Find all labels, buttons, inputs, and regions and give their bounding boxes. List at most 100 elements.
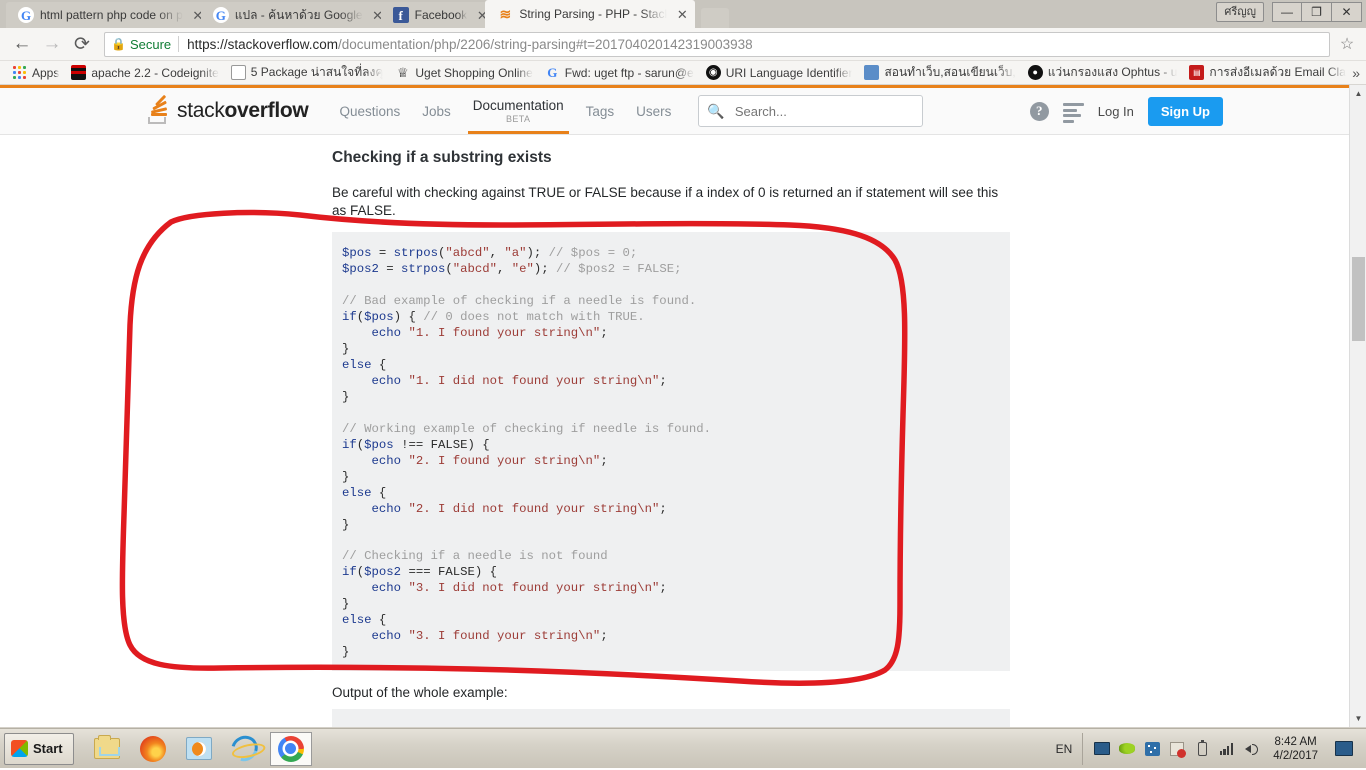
scrollbar-thumb[interactable] [1352, 257, 1365, 341]
bookmark-star-icon[interactable]: ☆ [1336, 34, 1358, 54]
show-desktop-icon[interactable] [1335, 741, 1353, 756]
taskbar-firefox[interactable] [132, 732, 174, 766]
code-token: echo [372, 326, 409, 340]
nvidia-icon[interactable] [1119, 741, 1135, 756]
battery-icon[interactable] [1194, 741, 1210, 756]
bookmarks-overflow-icon[interactable]: » [1352, 65, 1360, 81]
nav-item-tags[interactable]: Tags [575, 88, 626, 134]
nav-label: Questions [339, 104, 400, 119]
nav-item-documentation[interactable]: Documentation BETA [462, 88, 575, 134]
code-token: ) { [468, 438, 490, 452]
language-indicator[interactable]: EN [1056, 742, 1073, 756]
apps-grid-icon [12, 65, 27, 80]
search-input[interactable] [733, 103, 915, 120]
page-scrollbar[interactable]: ▲ ▼ [1349, 85, 1366, 727]
code-token: } [342, 597, 349, 611]
clock-date: 4/2/2017 [1273, 749, 1318, 763]
intro-paragraph: Be careful with checking against TRUE or… [332, 184, 1012, 220]
network-tiles-icon[interactable] [1144, 741, 1160, 756]
nav-label: Tags [586, 104, 615, 119]
nav-item-questions[interactable]: Questions [328, 88, 411, 134]
reload-icon[interactable]: ⟳ [68, 30, 96, 58]
restore-icon[interactable]: ❐ [1302, 2, 1332, 22]
code-token: ) { [475, 565, 497, 579]
code-token: else [342, 613, 372, 627]
bookmark-item[interactable]: ♕ Uget Shopping Online [389, 63, 538, 83]
start-label: Start [33, 741, 63, 756]
start-button[interactable]: Start [4, 733, 74, 765]
taskbar-media-player[interactable] [178, 732, 220, 766]
beta-badge: BETA [506, 114, 530, 124]
bookmark-item[interactable]: G Fwd: uget ftp - sarun@e [539, 63, 700, 83]
code-token: ; [659, 581, 666, 595]
code-block[interactable]: $pos = strpos("abcd", "a"); // $pos = 0;… [332, 232, 1010, 671]
code-token: = [379, 246, 394, 260]
flag-alert-icon[interactable] [1169, 741, 1185, 756]
google-icon: G [213, 7, 229, 23]
bookmark-item[interactable]: ▤ การส่งอีเมลด้วย Email Cla [1183, 63, 1351, 83]
inbox-icon[interactable] [1063, 103, 1084, 119]
close-icon[interactable]: ✕ [675, 7, 689, 21]
close-window-icon[interactable]: ✕ [1332, 2, 1362, 22]
code-token: "2. I found your string\n" [408, 454, 600, 468]
browser-tab[interactable]: G แปล - ค้นหาด้วย Google ✕ [201, 2, 391, 28]
code-token: if [342, 310, 357, 324]
forward-icon[interactable]: → [38, 30, 66, 58]
tab-title: Facebook [415, 8, 468, 22]
minimize-icon[interactable]: — [1272, 2, 1302, 22]
volume-icon[interactable] [1244, 741, 1260, 756]
code-token: // 0 does not match with TRUE. [423, 310, 644, 324]
nav-item-jobs[interactable]: Jobs [411, 88, 462, 134]
code-token: echo [372, 629, 409, 643]
stackoverflow-logo[interactable]: stackoverflow [147, 88, 308, 134]
taskbar-file-explorer[interactable] [86, 732, 128, 766]
code-token: ; [600, 454, 607, 468]
nav-label: Documentation [473, 98, 564, 113]
firefox-icon [140, 736, 166, 762]
taskbar-google-chrome[interactable] [270, 732, 312, 766]
bookmark-item[interactable]: Apps [6, 63, 65, 83]
browser-tab-active[interactable]: ≋ String Parsing - PHP - Stack ✕ [485, 0, 695, 28]
ime-language-button[interactable]: ศรีญญู [1216, 2, 1264, 22]
bookmark-item[interactable]: ◉ URI Language Identifier [700, 63, 859, 83]
scroll-up-icon[interactable]: ▲ [1350, 85, 1366, 102]
code-token: // Checking if a needle is not found [342, 549, 608, 563]
new-tab-button[interactable] [701, 8, 729, 28]
bookmark-item[interactable]: 5 Package น่าสนใจที่ลงคุ [225, 63, 390, 83]
bookmark-label: Fwd: uget ftp - sarun@e [565, 66, 694, 80]
bookmark-label: Uget Shopping Online [415, 66, 532, 80]
monitor-icon[interactable] [1094, 741, 1110, 756]
log-in-button[interactable]: Log In [1098, 104, 1134, 119]
taskbar-internet-explorer[interactable] [224, 732, 266, 766]
address-bar[interactable]: 🔒 Secure https://stackoverflow.com/docum… [104, 32, 1330, 57]
code-token: "e" [512, 262, 534, 276]
bookmark-item[interactable]: สอนทำเว็บ,สอนเขียนเว็บ, [858, 63, 1021, 83]
clock[interactable]: 8:42 AM 4/2/2017 [1269, 735, 1326, 763]
code-token: strpos [401, 262, 445, 276]
back-icon[interactable]: ← [8, 30, 36, 58]
code-token: ; [600, 326, 607, 340]
bookmark-label: สอนทำเว็บ,สอนเขียนเว็บ, [884, 63, 1015, 82]
code-token: === [401, 565, 438, 579]
search-box[interactable]: 🔍 [698, 95, 923, 127]
browser-tab[interactable]: f Facebook ✕ [381, 2, 496, 28]
nav-item-users[interactable]: Users [625, 88, 682, 134]
bookmark-label: แว่นกรองแสง Ophtus - u [1048, 63, 1178, 82]
browser-tab[interactable]: G html pattern php code on p ✕ [6, 2, 211, 28]
code-token: echo [372, 374, 409, 388]
bookmark-item[interactable]: apache 2.2 - Codeignite [65, 63, 224, 83]
url-host: https://stackoverflow.com [187, 37, 338, 52]
signal-bars-icon[interactable] [1219, 741, 1235, 756]
code-token: FALSE [431, 438, 468, 452]
lock-icon: 🔒 [111, 37, 126, 51]
scroll-down-icon[interactable]: ▼ [1350, 710, 1366, 727]
code-token: // $pos = 0; [549, 246, 638, 260]
tab-title: แปล - ค้นหาด้วย Google [235, 6, 363, 25]
red-icon: ▤ [1189, 65, 1204, 80]
code-token: ; [659, 502, 666, 516]
help-icon[interactable]: ? [1030, 102, 1049, 121]
sign-up-button[interactable]: Sign Up [1148, 97, 1223, 126]
bookmark-item[interactable]: ● แว่นกรองแสง Ophtus - u [1022, 63, 1184, 83]
code-token: } [342, 470, 349, 484]
code-token: !== [394, 438, 431, 452]
